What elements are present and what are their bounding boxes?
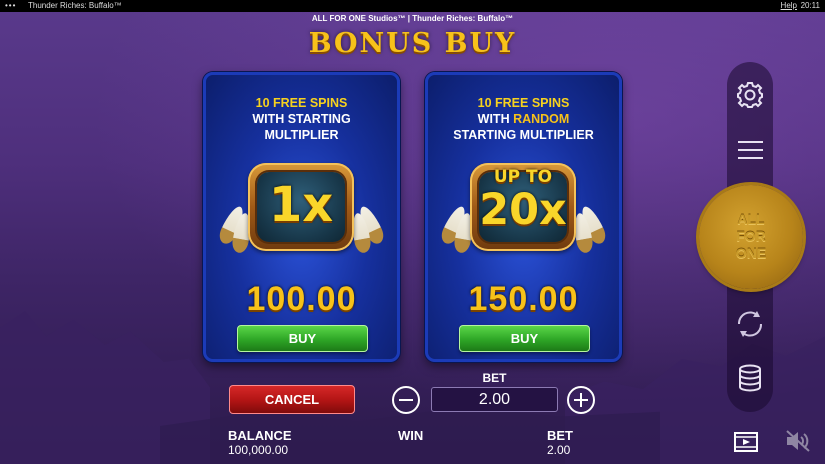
cancel-button[interactable]: CANCEL: [229, 385, 355, 414]
multiplier-frame: UP TO 20x: [470, 163, 576, 251]
clock: 20:11: [800, 1, 820, 10]
window-title: Thunder Riches: Buffalo™: [28, 1, 122, 10]
bet-value-display: 2.00: [431, 387, 558, 412]
game-studio-title: ALL FOR ONE Studios™ | Thunder Riches: B…: [311, 14, 514, 23]
multiplier-badge: 20x: [479, 185, 567, 235]
video-button[interactable]: [733, 430, 759, 454]
spin-logo-line: FOR: [736, 228, 766, 244]
balance-value: 100,000.00: [228, 443, 289, 457]
offer-heading-text: WITH: [477, 112, 514, 126]
bet-label: BET: [547, 428, 573, 443]
spin-button[interactable]: ALL FOR ONE: [699, 185, 803, 289]
minus-icon[interactable]: [392, 386, 420, 414]
spin-button-logo: ALL FOR ONE: [699, 211, 803, 262]
multiplier-badge-prefix: UP TO: [493, 167, 553, 187]
bet-selector-label: BET: [482, 371, 507, 385]
offer-heading-highlight: RANDOM: [513, 112, 570, 126]
offer-price: 150.00: [468, 280, 579, 318]
balance-label: BALANCE: [228, 428, 292, 443]
spin-logo-line: ALL: [737, 211, 765, 227]
offer-heading-line: 10 FREE SPINS: [477, 96, 570, 110]
bonus-buy-title: BONUS BUY: [308, 28, 517, 59]
win-label: WIN: [398, 428, 424, 443]
gear-icon: [737, 82, 763, 108]
bet-value: 2.00: [547, 443, 571, 457]
offer-card-20x: 10 FREE SPINS WITH RANDOM STARTING MULTI…: [425, 72, 622, 362]
buy-button-20x[interactable]: BUY: [459, 325, 590, 352]
sound-button[interactable]: [783, 428, 813, 454]
top-bar: ••• Thunder Riches: Buffalo™ Help 20:11: [0, 0, 825, 12]
offer-price: 100.00: [246, 280, 357, 318]
video-icon: [734, 432, 758, 452]
autoplay-icon: [737, 311, 763, 337]
buy-button-1x[interactable]: BUY: [237, 325, 368, 352]
offer-heading-line: WITH RANDOM: [428, 111, 619, 127]
offer-heading: 10 FREE SPINS WITH RANDOM STARTING MULTI…: [428, 95, 619, 143]
settings-button[interactable]: [730, 78, 770, 112]
sound-muted-icon: [786, 430, 810, 452]
hamburger-menu-icon: [738, 141, 763, 159]
multiplier-badge: 1x: [268, 177, 334, 233]
help-link[interactable]: Help: [781, 0, 797, 12]
offer-heading-line: STARTING MULTIPLIER: [453, 128, 594, 142]
offer-card-1x: 10 FREE SPINS WITH STARTING MULTIPLIER 1…: [203, 72, 400, 362]
offer-heading-line: 10 FREE SPINS: [255, 96, 348, 110]
menu-button[interactable]: [730, 133, 770, 167]
offer-heading-line: WITH STARTING: [252, 112, 351, 126]
spin-logo-line: ONE: [735, 245, 767, 261]
menu-dots-icon[interactable]: •••: [5, 0, 16, 12]
autoplay-button[interactable]: [730, 307, 770, 341]
offer-heading: 10 FREE SPINS WITH STARTING MULTIPLIER: [206, 95, 397, 143]
bet-stack-button[interactable]: [730, 361, 770, 395]
coin-stack-icon: [739, 364, 761, 392]
plus-icon[interactable]: [567, 386, 595, 414]
multiplier-frame: 1x: [248, 163, 354, 251]
offer-heading-line: MULTIPLIER: [264, 128, 339, 142]
